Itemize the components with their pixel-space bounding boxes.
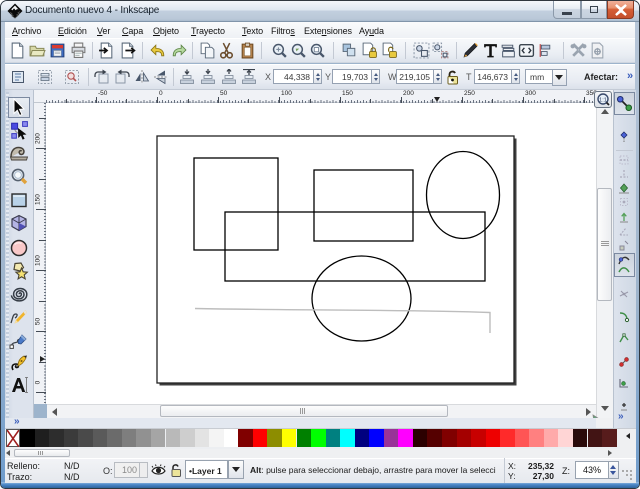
svg-text:1:1: 1:1 bbox=[599, 97, 607, 103]
